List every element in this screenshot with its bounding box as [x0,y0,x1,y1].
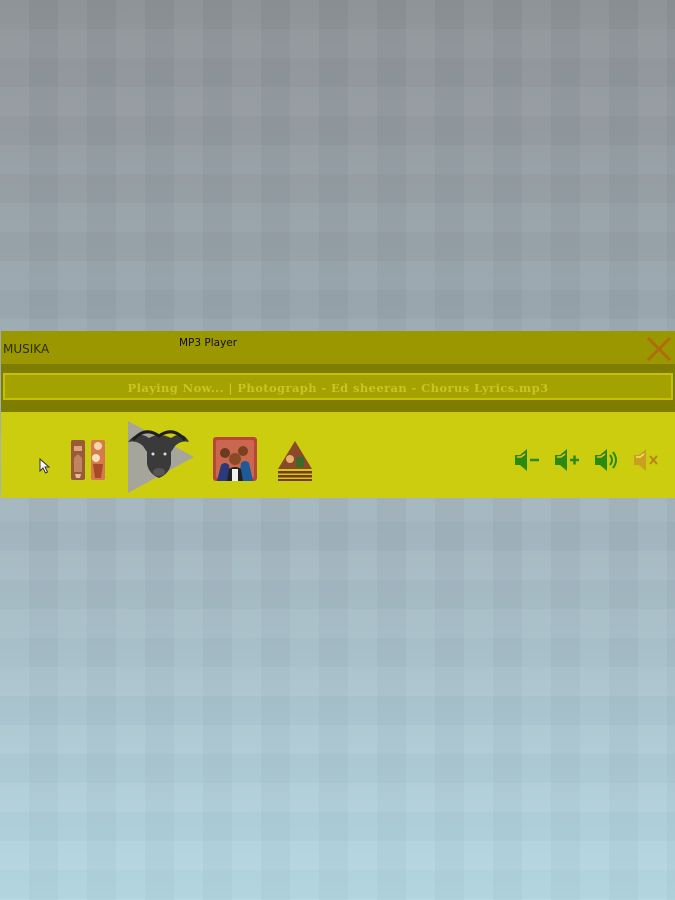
buffalo-play-icon [128,421,194,493]
play-button[interactable] [125,418,197,496]
people-group-icon [213,437,257,481]
app-name: MUSIKA [3,342,50,356]
window-title: MP3 Player [179,337,238,349]
volume-on-button[interactable] [593,447,621,473]
mute-icon [634,449,658,471]
close-button[interactable] [645,335,673,363]
volume-down-icon [515,449,539,471]
mp3-player-window: MUSIKA MP3 Player Playing Now... | Photo… [1,331,675,498]
close-icon [646,336,672,362]
next-button[interactable] [213,437,257,481]
volume-up-icon [555,449,579,471]
now-playing-text: Playing Now... | Photograph - Ed sheeran… [127,381,549,395]
speaker-icon [595,449,617,471]
volume-down-button[interactable] [513,447,541,473]
volume-up-button[interactable] [553,447,581,473]
now-playing-band: Playing Now... | Photograph - Ed sheeran… [1,364,675,412]
previous-figures-icon [71,440,105,480]
controls-bar [1,412,675,498]
stop-button[interactable] [276,439,314,481]
pyramid-figure-icon [278,441,312,481]
now-playing-display: Playing Now... | Photograph - Ed sheeran… [3,373,673,400]
mouse-cursor-icon [39,458,51,474]
previous-button[interactable] [69,438,109,482]
mute-button[interactable] [632,447,660,473]
title-bar[interactable]: MUSIKA MP3 Player [1,331,675,364]
